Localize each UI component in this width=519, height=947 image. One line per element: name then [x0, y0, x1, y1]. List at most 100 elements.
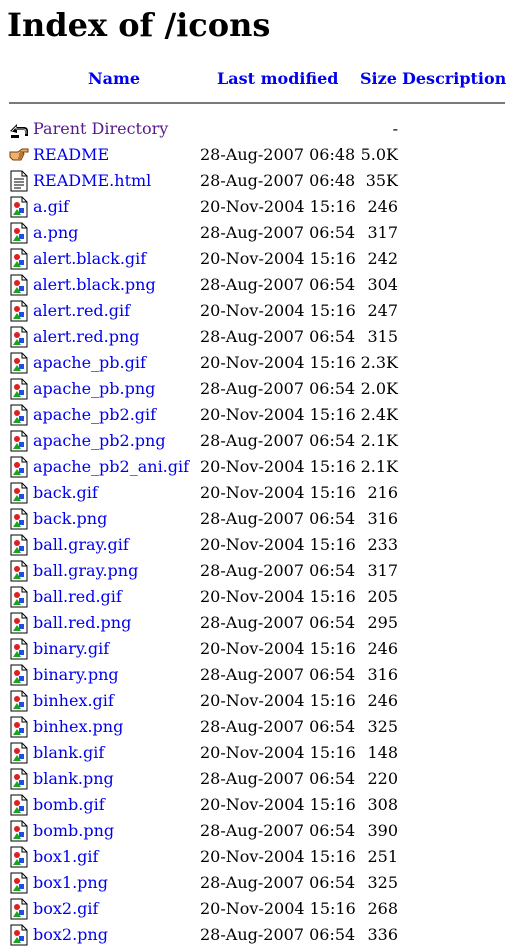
image-file-icon — [9, 690, 29, 712]
header-divider — [9, 102, 505, 104]
file-link[interactable]: README.html — [33, 171, 151, 191]
file-link[interactable]: blank.png — [33, 769, 114, 789]
table-row: box2.png 28-Aug-2007 06:54 336 — [0, 921, 519, 947]
file-link[interactable]: alert.black.gif — [33, 249, 146, 269]
file-link[interactable]: apache_pb.gif — [33, 353, 146, 373]
file-size: 233 — [367, 535, 398, 554]
file-link[interactable]: apache_pb2.png — [33, 431, 166, 451]
table-row: alert.red.png 28-Aug-2007 06:54 315 — [0, 323, 519, 349]
image-file-icon — [9, 820, 29, 842]
file-link[interactable]: bomb.gif — [33, 795, 105, 815]
file-size: 251 — [367, 847, 398, 866]
file-link[interactable]: apache_pb2_ani.gif — [33, 457, 189, 477]
file-size: 35K — [365, 171, 398, 190]
table-row: ball.red.gif 20-Nov-2004 15:16 205 — [0, 583, 519, 609]
table-row: box2.gif 20-Nov-2004 15:16 268 — [0, 895, 519, 921]
column-header-name[interactable]: Name — [88, 69, 140, 89]
image-file-icon — [9, 872, 29, 894]
file-link[interactable]: box1.png — [33, 873, 108, 893]
file-size: 247 — [367, 301, 398, 320]
file-size: 308 — [367, 795, 398, 814]
image-file-icon — [9, 300, 29, 322]
sort-by-description-link[interactable]: Description — [402, 69, 506, 88]
file-link[interactable]: binary.gif — [33, 639, 109, 659]
sort-by-name-link[interactable]: Name — [88, 69, 140, 88]
image-file-icon — [9, 274, 29, 296]
file-link[interactable]: a.gif — [33, 197, 69, 217]
column-header-last-modified[interactable]: Last modified — [217, 69, 338, 89]
last-modified: 28-Aug-2007 06:54 — [200, 275, 356, 294]
file-link[interactable]: ball.red.gif — [33, 587, 122, 607]
last-modified: 20-Nov-2004 15:16 — [200, 743, 356, 762]
table-row: apache_pb.gif 20-Nov-2004 15:16 2.3K — [0, 349, 519, 375]
image-file-icon — [9, 768, 29, 790]
file-link[interactable]: apache_pb2.gif — [33, 405, 156, 425]
image-file-icon — [9, 248, 29, 270]
file-link[interactable]: back.png — [33, 509, 107, 529]
parent-directory-link[interactable]: Parent Directory — [33, 119, 168, 139]
table-row: binhex.png 28-Aug-2007 06:54 325 — [0, 713, 519, 739]
file-size: 246 — [367, 197, 398, 216]
file-link[interactable]: box2.png — [33, 925, 108, 945]
image-file-icon — [9, 612, 29, 634]
file-link[interactable]: blank.gif — [33, 743, 104, 763]
last-modified: 20-Nov-2004 15:16 — [200, 899, 356, 918]
image-file-icon — [9, 222, 29, 244]
image-file-icon — [9, 560, 29, 582]
file-link[interactable]: back.gif — [33, 483, 98, 503]
file-link[interactable]: alert.red.gif — [33, 301, 130, 321]
back-arrow-icon — [9, 118, 29, 140]
image-file-icon — [9, 482, 29, 504]
last-modified: 28-Aug-2007 06:48 — [200, 145, 356, 164]
last-modified: 20-Nov-2004 15:16 — [200, 353, 356, 372]
parent-directory-size: - — [392, 119, 398, 138]
file-link[interactable]: bomb.png — [33, 821, 114, 841]
image-file-icon — [9, 326, 29, 348]
table-row: binhex.gif 20-Nov-2004 15:16 246 — [0, 687, 519, 713]
file-size: 2.3K — [360, 353, 398, 372]
file-size: 317 — [367, 561, 398, 580]
image-file-icon — [9, 638, 29, 660]
table-row: a.gif 20-Nov-2004 15:16 246 — [0, 193, 519, 219]
sort-by-last-modified-link[interactable]: Last modified — [217, 69, 338, 88]
file-size: 246 — [367, 639, 398, 658]
file-link[interactable]: binhex.png — [33, 717, 123, 737]
file-link[interactable]: box1.gif — [33, 847, 98, 867]
file-link[interactable]: ball.gray.png — [33, 561, 138, 581]
image-file-icon — [9, 586, 29, 608]
file-link[interactable]: alert.red.png — [33, 327, 140, 347]
table-row: bomb.png 28-Aug-2007 06:54 390 — [0, 817, 519, 843]
table-row: README.html 28-Aug-2007 06:48 35K — [0, 167, 519, 193]
last-modified: 28-Aug-2007 06:54 — [200, 431, 356, 450]
file-link[interactable]: alert.black.png — [33, 275, 156, 295]
last-modified: 28-Aug-2007 06:54 — [200, 509, 356, 528]
column-header-description[interactable]: Description — [402, 69, 506, 89]
file-size: 325 — [367, 873, 398, 892]
column-header-size[interactable]: Size — [360, 69, 397, 89]
parent-directory-row: Parent Directory - — [0, 115, 519, 141]
hand-pointing-icon — [9, 144, 29, 166]
file-link[interactable]: binhex.gif — [33, 691, 114, 711]
last-modified: 28-Aug-2007 06:54 — [200, 925, 356, 944]
file-link[interactable]: README — [33, 145, 109, 165]
last-modified: 28-Aug-2007 06:54 — [200, 327, 356, 346]
last-modified: 28-Aug-2007 06:54 — [200, 379, 356, 398]
sort-by-size-link[interactable]: Size — [360, 69, 397, 88]
file-link[interactable]: box2.gif — [33, 899, 98, 919]
file-size: 148 — [367, 743, 398, 762]
file-link[interactable]: a.png — [33, 223, 78, 243]
last-modified: 28-Aug-2007 06:54 — [200, 613, 356, 632]
file-link[interactable]: ball.red.png — [33, 613, 131, 633]
table-row: binary.png 28-Aug-2007 06:54 316 — [0, 661, 519, 687]
last-modified: 28-Aug-2007 06:48 — [200, 171, 356, 190]
image-file-icon — [9, 716, 29, 738]
last-modified: 28-Aug-2007 06:54 — [200, 717, 356, 736]
last-modified: 28-Aug-2007 06:54 — [200, 821, 356, 840]
file-link[interactable]: binary.png — [33, 665, 119, 685]
page-title: Index of /icons — [7, 6, 271, 44]
file-link[interactable]: ball.gray.gif — [33, 535, 129, 555]
table-row: blank.gif 20-Nov-2004 15:16 148 — [0, 739, 519, 765]
file-link[interactable]: apache_pb.png — [33, 379, 155, 399]
last-modified: 20-Nov-2004 15:16 — [200, 847, 356, 866]
table-row: alert.black.png 28-Aug-2007 06:54 304 — [0, 271, 519, 297]
